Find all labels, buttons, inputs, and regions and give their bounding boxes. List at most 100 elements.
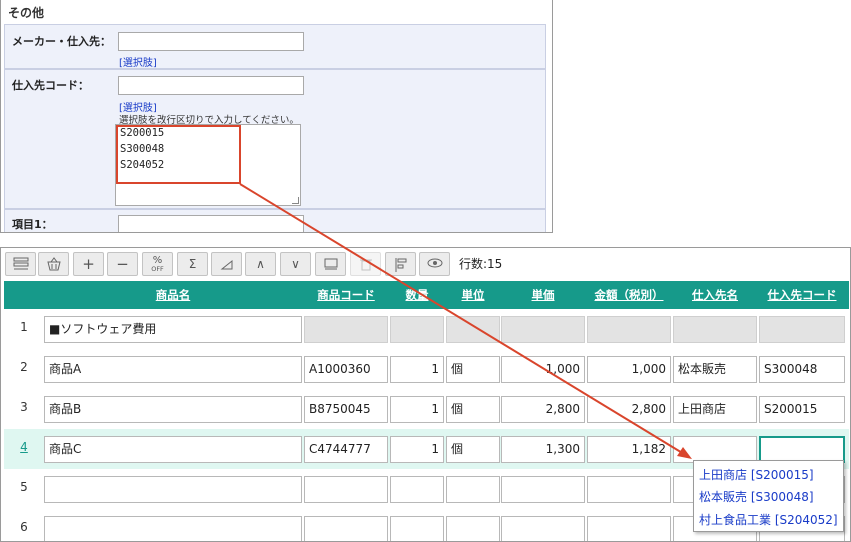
window-button[interactable] <box>315 252 346 276</box>
trash-icon <box>359 259 372 271</box>
cell-amount[interactable]: 1,182 <box>587 436 671 463</box>
cell-supplier[interactable]: 松本販売 <box>673 356 757 383</box>
cell-unit[interactable]: 個 <box>446 356 500 383</box>
cell-amount[interactable]: 2,800 <box>587 396 671 423</box>
cell-supplier-code[interactable]: S300048 <box>759 356 845 383</box>
cell-code[interactable]: B8750045 <box>304 396 388 423</box>
field-row-item1: 項目1： <box>4 209 546 232</box>
cell-unit[interactable] <box>446 516 500 541</box>
cell-unit[interactable] <box>446 476 500 503</box>
cell-amount[interactable]: 1,000 <box>587 356 671 383</box>
corner-button[interactable] <box>211 252 242 276</box>
col-header-supplier-code[interactable]: 仕入先コード <box>759 281 845 309</box>
field-label-item1: 項目1： <box>12 218 53 231</box>
cell-name[interactable]: 商品A <box>44 356 302 383</box>
move-up-button[interactable]: ∧ <box>245 252 276 276</box>
cell-amount <box>587 316 671 343</box>
window-icon <box>324 258 337 270</box>
suggest-item[interactable]: 上田商店 [S200015] <box>699 466 814 483</box>
cell-price[interactable] <box>501 516 585 541</box>
resize-grip-icon[interactable] <box>292 197 299 204</box>
tree-button[interactable] <box>385 252 416 276</box>
preview-button[interactable] <box>419 252 450 276</box>
add-row-button[interactable]: + <box>73 252 104 276</box>
corner-icon <box>220 259 232 270</box>
cell-qty <box>390 316 444 343</box>
cell-supplier[interactable] <box>673 436 757 463</box>
cell-price[interactable]: 2,800 <box>501 396 585 423</box>
cell-supplier-code[interactable]: S200015 <box>759 396 845 423</box>
maker-input[interactable] <box>118 32 304 51</box>
cell-name[interactable]: 商品B <box>44 396 302 423</box>
cell-qty[interactable] <box>390 476 444 503</box>
cell-qty[interactable]: 1 <box>390 356 444 383</box>
col-header-price[interactable]: 単価 <box>501 281 585 309</box>
supplier-suggest-dropdown: 上田商店 [S200015] 松本販売 [S300048] 村上食品工業 [S2… <box>693 460 844 532</box>
field-label-maker: メーカー・仕入先： <box>12 35 111 48</box>
percent-off-label: OFF <box>151 265 164 273</box>
cell-code[interactable] <box>304 516 388 541</box>
col-header-qty[interactable]: 数量 <box>390 281 444 309</box>
table-row: 2 商品A A1000360 1 個 1,000 1,000 松本販売 S300… <box>4 349 849 389</box>
eye-icon <box>427 258 442 268</box>
col-header-supplier[interactable]: 仕入先名 <box>673 281 757 309</box>
cell-name[interactable] <box>44 516 302 541</box>
discount-button[interactable]: % OFF <box>142 252 173 276</box>
settings-panel: その他 メーカー・仕入先： [選択肢] 仕入先コード： [選択肢] 選択肢を改行… <box>0 0 553 233</box>
cell-qty[interactable]: 1 <box>390 436 444 463</box>
col-header-name[interactable]: 商品名 <box>44 281 302 309</box>
cell-amount[interactable] <box>587 476 671 503</box>
cell-price[interactable]: 1,000 <box>501 356 585 383</box>
cell-qty[interactable]: 1 <box>390 396 444 423</box>
cell-price[interactable] <box>501 476 585 503</box>
row-count: 行数:15 <box>459 257 503 271</box>
cell-supplier-code-focused[interactable] <box>759 436 845 463</box>
remove-row-button[interactable]: − <box>107 252 138 276</box>
menu-icon <box>13 257 28 270</box>
sum-button[interactable]: Σ <box>177 252 208 276</box>
row-number: 6 <box>20 520 28 534</box>
row-number: 2 <box>20 360 28 374</box>
row-number-link[interactable]: 4 <box>4 440 44 454</box>
row-number: 5 <box>20 480 28 494</box>
cell-code[interactable] <box>304 476 388 503</box>
cell-code[interactable]: C4744777 <box>304 436 388 463</box>
highlight-box <box>116 125 241 184</box>
percent-icon: % <box>152 255 163 266</box>
item1-input[interactable] <box>118 215 304 232</box>
cell-name[interactable]: 商品C <box>44 436 302 463</box>
cell-name[interactable]: ■ソフトウェア費用 <box>44 316 302 343</box>
row-number: 3 <box>20 400 28 414</box>
cell-amount[interactable] <box>587 516 671 541</box>
cell-unit[interactable]: 個 <box>446 436 500 463</box>
col-header-unit[interactable]: 単位 <box>446 281 500 309</box>
col-header-amount[interactable]: 金額（税別） <box>587 281 671 309</box>
cell-unit <box>446 316 500 343</box>
col-header-code[interactable]: 商品コード <box>304 281 388 309</box>
cell-price <box>501 316 585 343</box>
row-number: 1 <box>20 320 28 334</box>
cell-price[interactable]: 1,300 <box>501 436 585 463</box>
delete-button[interactable] <box>350 252 381 276</box>
cell-supplier[interactable]: 上田商店 <box>673 396 757 423</box>
field-label-supplier-code: 仕入先コード： <box>12 79 89 92</box>
maker-options-link[interactable]: [選択肢] <box>119 54 157 69</box>
grid-header: 商品名 商品コード 数量 単位 単価 金額（税別） 仕入先名 仕入先コード <box>4 281 849 309</box>
move-down-button[interactable]: ∨ <box>280 252 311 276</box>
cell-qty[interactable] <box>390 516 444 541</box>
suggest-item[interactable]: 村上食品工業 [S204052] <box>699 511 838 528</box>
suggest-item[interactable]: 松本販売 [S300048] <box>699 488 814 505</box>
tree-icon <box>395 258 406 272</box>
cell-unit[interactable]: 個 <box>446 396 500 423</box>
cell-supplier <box>673 316 757 343</box>
field-row-maker: メーカー・仕入先： [選択肢] <box>4 24 546 69</box>
cell-name[interactable] <box>44 476 302 503</box>
section-title: その他 <box>8 6 45 20</box>
cell-supplier-code <box>759 316 845 343</box>
basket-button[interactable] <box>38 252 69 276</box>
menu-button[interactable] <box>5 252 36 276</box>
cell-code[interactable]: A1000360 <box>304 356 388 383</box>
table-row: 3 商品B B8750045 1 個 2,800 2,800 上田商店 S200… <box>4 389 849 429</box>
table-row: 1 ■ソフトウェア費用 <box>4 309 849 349</box>
supplier-code-input[interactable] <box>118 76 304 95</box>
